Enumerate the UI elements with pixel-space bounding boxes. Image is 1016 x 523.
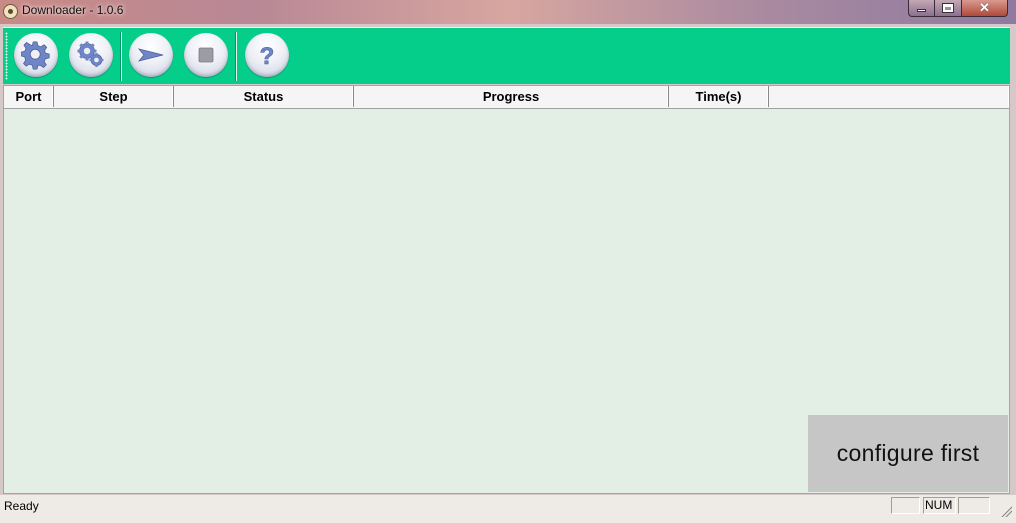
settings-button[interactable] — [14, 33, 58, 77]
stop-icon — [198, 47, 214, 63]
minimize-icon — [917, 9, 926, 12]
configure-first-overlay: configure first — [808, 415, 1008, 492]
question-icon: ? — [259, 43, 275, 70]
stop-button[interactable] — [184, 33, 228, 77]
column-header-time[interactable]: Time(s) — [669, 86, 769, 107]
status-bar: Ready NUM — [0, 495, 1016, 523]
main-window: Downloader - 1.0.6 ✕ ? Port Step Status … — [0, 0, 1016, 523]
column-header-step[interactable]: Step — [54, 86, 174, 107]
window-title: Downloader - 1.0.6 — [22, 3, 124, 17]
toolbar: ? — [3, 27, 1010, 84]
title-bar[interactable]: Downloader - 1.0.6 ✕ — [0, 0, 1016, 24]
advanced-settings-button[interactable] — [69, 33, 113, 77]
list-header: Port Step Status Progress Time(s) — [4, 86, 1009, 109]
maximize-button[interactable] — [935, 0, 962, 17]
gears-icon — [77, 41, 104, 67]
window-controls: ✕ — [908, 0, 1008, 18]
app-icon[interactable] — [3, 4, 18, 19]
start-button[interactable] — [129, 33, 173, 77]
resize-grip[interactable] — [1000, 505, 1012, 517]
column-header-port[interactable]: Port — [4, 86, 54, 107]
maximize-icon — [942, 3, 954, 13]
minimize-button[interactable] — [908, 0, 935, 17]
status-pane-scroll — [958, 497, 990, 514]
toolbar-separator — [121, 32, 122, 81]
status-pane-caps — [891, 497, 920, 514]
gear-icon — [21, 41, 50, 70]
column-header-filler — [769, 86, 1009, 107]
toolbar-separator — [236, 32, 237, 81]
toolbar-grip[interactable] — [5, 32, 8, 80]
close-icon: ✕ — [979, 0, 990, 15]
close-button[interactable]: ✕ — [962, 0, 1008, 17]
column-header-status[interactable]: Status — [174, 86, 354, 107]
column-header-progress[interactable]: Progress — [354, 86, 669, 107]
help-button[interactable]: ? — [245, 33, 289, 77]
status-text: Ready — [4, 499, 39, 513]
status-pane-num: NUM — [923, 497, 956, 514]
arrow-right-icon — [137, 48, 164, 62]
svg-text:?: ? — [260, 43, 275, 70]
